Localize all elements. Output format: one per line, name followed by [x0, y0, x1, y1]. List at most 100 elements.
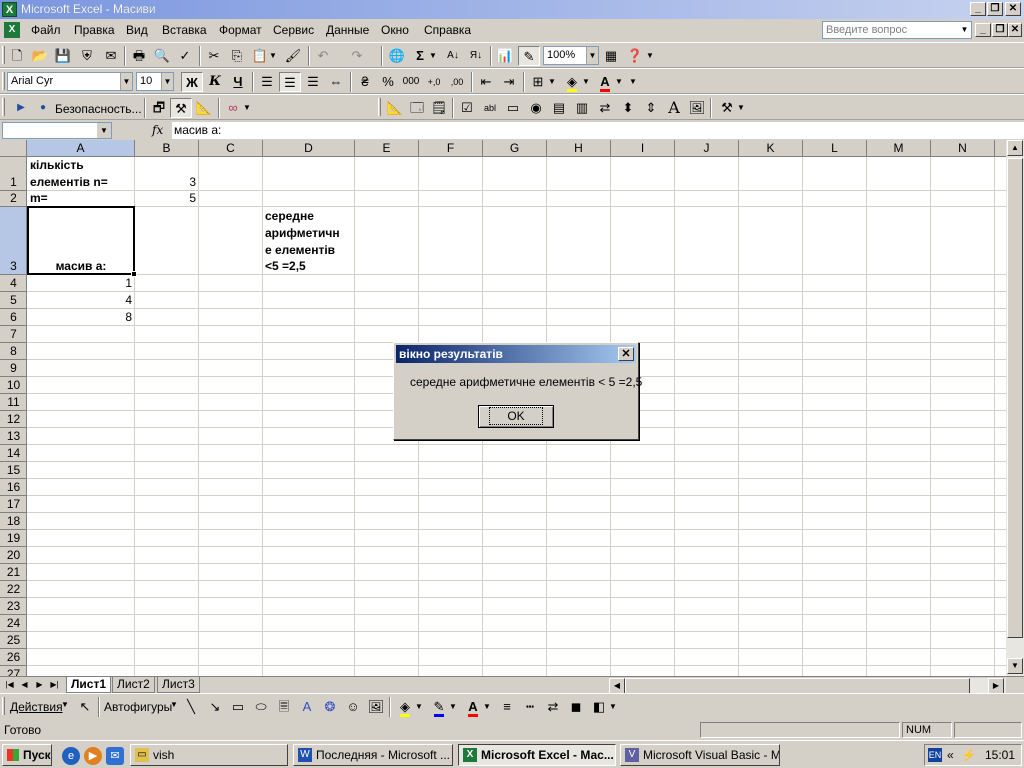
- toolbar-more-icon[interactable]: ▼: [242, 98, 252, 118]
- hyperlink-icon[interactable]: 🌐: [386, 46, 408, 66]
- doc-close-icon[interactable]: ✕: [1008, 23, 1022, 37]
- borders-icon[interactable]: ⊞: [527, 72, 549, 92]
- row-header-5[interactable]: 5: [0, 292, 27, 309]
- align-left-icon[interactable]: ☰: [256, 72, 278, 92]
- oval-icon[interactable]: ⬭: [250, 697, 272, 717]
- visual-basic-editor-icon[interactable]: 🗗: [148, 98, 170, 118]
- text-box-icon[interactable]: 🗏: [273, 697, 295, 717]
- drawing-toggle-icon[interactable]: ✎: [518, 46, 540, 66]
- row-header-17[interactable]: 17: [0, 496, 27, 513]
- align-right-icon[interactable]: ☰: [302, 72, 324, 92]
- row-header-20[interactable]: 20: [0, 547, 27, 564]
- cut-icon[interactable]: ✂: [203, 46, 225, 66]
- vertical-scroll-thumb[interactable]: [1007, 158, 1023, 638]
- toggle-button-control-icon[interactable]: ⇄: [594, 98, 616, 118]
- insert-function-icon[interactable]: fx: [152, 122, 168, 139]
- row-header-18[interactable]: 18: [0, 513, 27, 530]
- toolbar-more-icon[interactable]: ▼: [645, 46, 655, 66]
- toolbar-grip[interactable]: [2, 46, 5, 64]
- menu-data[interactable]: Данные: [326, 23, 369, 37]
- autoshapes-menu[interactable]: Автофигуры: [104, 700, 172, 714]
- align-center-icon[interactable]: ☰: [279, 72, 301, 92]
- toolbar-grip[interactable]: [2, 697, 5, 715]
- thousands-separator-icon[interactable]: 000: [400, 72, 422, 92]
- help-dropdown-icon[interactable]: ▼: [958, 22, 971, 38]
- listbox-control-icon[interactable]: ▤: [548, 98, 570, 118]
- language-indicator[interactable]: EN: [928, 748, 942, 762]
- font-color-icon[interactable]: A: [594, 72, 616, 92]
- copy-icon[interactable]: ⎘: [226, 46, 248, 66]
- row-header-24[interactable]: 24: [0, 615, 27, 632]
- column-header-d[interactable]: D: [263, 140, 355, 157]
- spelling-icon[interactable]: ✓: [174, 46, 196, 66]
- row-header-4[interactable]: 4: [0, 275, 27, 292]
- sort-descending-icon[interactable]: Я↓: [465, 46, 487, 66]
- doc-restore-icon[interactable]: ❐: [992, 23, 1008, 37]
- scroll-down-icon[interactable]: ▼: [1007, 658, 1023, 674]
- row-header-12[interactable]: 12: [0, 411, 27, 428]
- dialog-close-icon[interactable]: ✕: [618, 347, 634, 361]
- restore-icon[interactable]: ❐: [987, 2, 1003, 16]
- new-document-icon[interactable]: 🗋: [6, 46, 28, 66]
- image-control-icon[interactable]: 🖼: [686, 98, 708, 118]
- chart-wizard-icon[interactable]: 📊: [494, 46, 516, 66]
- toolbar-grip[interactable]: [2, 98, 5, 116]
- fill-color-dropdown-icon[interactable]: ▼: [414, 697, 424, 717]
- prev-sheet-icon[interactable]: ◀: [18, 678, 31, 692]
- command-button-control-icon[interactable]: ▭: [502, 98, 524, 118]
- row-header-22[interactable]: 22: [0, 581, 27, 598]
- design-mode-toggle-icon[interactable]: 📐: [384, 98, 406, 118]
- row-header-9[interactable]: 9: [0, 360, 27, 377]
- fill-color-icon[interactable]: ◈: [394, 697, 416, 717]
- toolbar-more-icon[interactable]: ▼: [736, 98, 746, 118]
- shadow-style-icon[interactable]: ◼: [565, 697, 587, 717]
- bold-button[interactable]: Ж: [181, 72, 203, 92]
- script-editor-icon[interactable]: ∞: [222, 98, 244, 118]
- fill-color-dropdown-icon[interactable]: ▼: [581, 72, 591, 92]
- horizontal-scrollbar[interactable]: ◀ ▶: [609, 678, 1006, 694]
- row-header-11[interactable]: 11: [0, 394, 27, 411]
- decrease-decimal-icon[interactable]: ,00: [446, 72, 468, 92]
- properties-icon[interactable]: 🗔: [406, 98, 428, 118]
- internet-explorer-icon[interactable]: e: [62, 747, 80, 765]
- permission-icon[interactable]: ⛨: [76, 46, 98, 66]
- column-header-a[interactable]: A: [27, 140, 135, 157]
- line-color-dropdown-icon[interactable]: ▼: [448, 697, 458, 717]
- help-question-input[interactable]: Введите вопрос: [822, 21, 972, 39]
- borders-dropdown-icon[interactable]: ▼: [547, 72, 557, 92]
- menu-edit[interactable]: Правка: [74, 23, 115, 37]
- column-header-i[interactable]: I: [611, 140, 675, 157]
- 3d-style-icon[interactable]: ◧: [588, 697, 610, 717]
- print-icon[interactable]: 🖶: [128, 46, 150, 66]
- task-excel[interactable]: X Microsoft Excel - Мас...: [458, 744, 616, 766]
- task-vish[interactable]: ▭ vish: [130, 744, 288, 766]
- toolbar-grip[interactable]: [2, 72, 5, 90]
- menu-window[interactable]: Окно: [381, 23, 409, 37]
- toolbar-more-icon[interactable]: ▼: [628, 72, 638, 92]
- column-header-b[interactable]: B: [135, 140, 199, 157]
- dash-style-icon[interactable]: ┅: [519, 697, 541, 717]
- column-header-k[interactable]: K: [739, 140, 803, 157]
- row-header-6[interactable]: 6: [0, 309, 27, 326]
- scrollbar-control-icon[interactable]: ⇕: [640, 98, 662, 118]
- column-header-l[interactable]: L: [803, 140, 867, 157]
- combobox-control-icon[interactable]: ▥: [571, 98, 593, 118]
- column-header-g[interactable]: G: [483, 140, 547, 157]
- font-color-dropdown-icon[interactable]: ▼: [482, 697, 492, 717]
- zoom-select[interactable]: 100% ▼: [543, 46, 599, 65]
- menu-file[interactable]: Файл: [31, 23, 61, 37]
- undo-icon[interactable]: ↶: [312, 46, 334, 66]
- line-color-icon[interactable]: ✎: [428, 697, 450, 717]
- row-header-10[interactable]: 10: [0, 377, 27, 394]
- line-style-icon[interactable]: ≡: [496, 697, 518, 717]
- name-box-dropdown-icon[interactable]: ▼: [97, 123, 111, 138]
- line-icon[interactable]: ╲: [180, 697, 202, 717]
- column-header-j[interactable]: J: [675, 140, 739, 157]
- rectangle-icon[interactable]: ▭: [227, 697, 249, 717]
- doc-minimize-icon[interactable]: _: [975, 23, 991, 37]
- autoshapes-dropdown-icon[interactable]: ▼: [170, 700, 178, 709]
- open-folder-icon[interactable]: 📂: [29, 46, 51, 66]
- fill-color-icon[interactable]: ◈: [561, 72, 583, 92]
- zoom-dropdown-icon[interactable]: ▼: [586, 47, 598, 64]
- checkbox-control-icon[interactable]: ☑: [456, 98, 478, 118]
